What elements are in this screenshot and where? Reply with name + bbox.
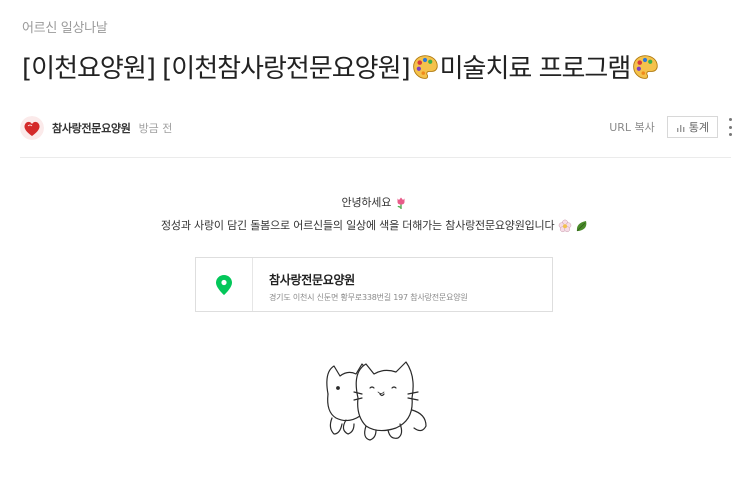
place-info: 참사랑전문요양원 경기도 이천시 신둔면 황무로338번길 197 참사랑전문요… [253, 258, 468, 311]
stats-label: 통계 [688, 121, 709, 134]
intro-line: 정성과 사랑이 담긴 돌봄으로 어르신들의 일상에 색을 더해가는 참사랑전문요… [0, 214, 750, 237]
greeting-text: 안녕하세요 [341, 196, 392, 209]
place-name: 참사랑전문요양원 [269, 273, 355, 287]
bar-chart-icon [676, 124, 685, 132]
place-address: 경기도 이천시 신둔면 황무로338번길 197 참사랑전문요양원 [269, 293, 468, 302]
palette-icon [633, 54, 658, 79]
place-card[interactable]: 참사랑전문요양원 경기도 이천시 신둔면 황무로338번길 197 참사랑전문요… [195, 257, 553, 312]
category-label[interactable]: 어르신 일상나날 [22, 17, 108, 36]
post-tools: URL 복사 통계 [609, 116, 734, 138]
author-row: 참사랑전문요양원 방금 전 URL 복사 통계 [20, 114, 740, 142]
heart-logo-icon [20, 116, 44, 140]
post-title-suffix: 미술치료 프로그램 [439, 54, 632, 84]
cat-sticker [326, 361, 427, 441]
palette-icon [412, 54, 438, 79]
post-title: [이천요양원] [이천참사랑전문요양원] 미술치료 프로그램 [22, 48, 742, 85]
divider [20, 157, 731, 158]
more-options-icon[interactable] [726, 118, 734, 136]
place-icon-cell [196, 258, 253, 311]
stats-button[interactable]: 통계 [666, 116, 718, 138]
post-title-text: [이천요양원] [이천참사랑전문요양원] [22, 54, 411, 84]
post-body: 안녕하세요 정성과 사랑이 담긴 돌봄으로 어르신들의 일상에 색을 더해가는 … [0, 191, 750, 237]
author-name[interactable]: 참사랑전문요양원 [52, 120, 131, 136]
leaf-icon [576, 221, 587, 232]
greeting-line: 안녕하세요 [0, 191, 750, 214]
map-pin-icon [216, 274, 232, 295]
blossom-icon [558, 219, 571, 233]
url-copy-button[interactable]: URL 복사 [609, 119, 655, 135]
intro-text: 정성과 사랑이 담긴 돌봄으로 어르신들의 일상에 색을 더해가는 참사랑전문요… [160, 219, 555, 232]
tulip-icon [397, 197, 405, 209]
post-time: 방금 전 [138, 122, 173, 135]
avatar[interactable] [20, 116, 44, 140]
